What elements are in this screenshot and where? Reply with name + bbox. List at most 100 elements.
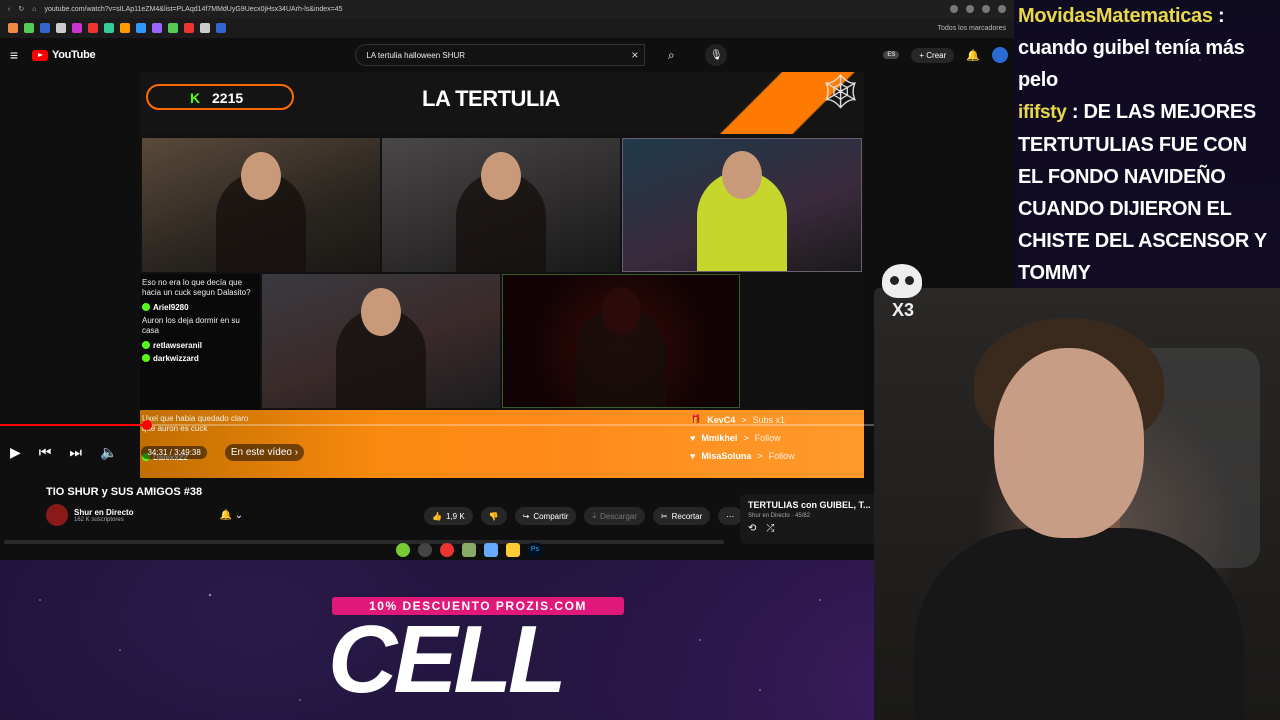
clear-icon[interactable]: × [631,48,638,62]
chrome-icon[interactable] [440,543,454,557]
home-icon[interactable]: ⌂ [32,6,36,13]
bookmark-icon[interactable] [24,23,34,33]
download-button[interactable]: ⤓ Descargar [584,507,645,525]
app-icon[interactable] [462,543,476,557]
next-icon[interactable]: ⏭ [69,444,82,461]
app-icon[interactable] [396,543,410,557]
bookmark-icon[interactable] [104,23,114,33]
play-icon[interactable]: ▶ [10,444,21,461]
app-icon[interactable] [484,543,498,557]
chapter-label: En este vídeo [230,446,292,458]
youtube-logo[interactable]: YouTube [32,49,96,61]
skull-icon: X3 [882,264,924,330]
more-button[interactable]: ⋯ [718,507,743,525]
side-chat-text: DE LAS MEJORES TERTUTULIAS FUE CON EL FO… [1018,101,1267,284]
extension-icon[interactable] [982,5,990,13]
webcam-tile [142,138,380,272]
chat-username-text: Ariel9280 [153,302,189,312]
back-icon[interactable]: ‹ [8,6,10,13]
chat-username: Ariel9280 [142,303,258,312]
bookmark-icon[interactable] [120,23,130,33]
streamer-webcam [874,288,1280,720]
webcam-tile [622,138,862,272]
microphone-icon[interactable]: 🎙 [705,44,728,66]
verified-icon [142,341,150,350]
address-bar[interactable]: ‹ ↻ ⌂ youtube.com/watch?v=sILAp11eZM4&li… [0,0,1014,18]
youtube-play-icon [32,49,48,61]
promo-code: CELL [328,606,567,713]
create-label: Crear [926,50,947,60]
progress-fill [0,424,148,426]
clip-button[interactable]: ✂ Recortar [652,507,711,525]
chat-username-text: darkwizzard [153,353,199,363]
video-player[interactable]: K 2215 LA TERTULIA 🕸 Eso no era lo que d… [140,72,864,478]
head [361,288,401,336]
youtube-header: ≡ YouTube LA tertulia halloween SHUR × ⌕… [0,38,1014,72]
bookmark-icon[interactable] [136,23,146,33]
photoshop-icon[interactable]: Ps [528,543,542,557]
channel-info: Shur en Directo 162 K suscriptores 🔔 ⌄ [46,504,243,526]
dislike-button[interactable]: 👎 [480,507,507,525]
bookmark-icon[interactable] [56,23,66,33]
progress-bar[interactable] [0,420,1014,430]
subscription-bell-icon[interactable]: 🔔 ⌄ [220,510,244,521]
skull-head [882,264,922,298]
webcam-tile [262,274,500,408]
bookmark-icon[interactable] [88,23,98,33]
search-input[interactable]: LA tertulia halloween SHUR × [355,44,646,66]
skull-eye [890,276,899,285]
account-avatar[interactable] [992,47,1008,63]
bookmark-icon[interactable] [40,23,50,33]
loop-icon[interactable]: ⟲ [748,523,756,534]
folder-icon[interactable] [506,543,520,557]
like-button[interactable]: 👍 1,9 K [424,507,473,525]
extension-icon[interactable] [950,5,958,13]
app-icon[interactable] [418,543,432,557]
search-icon[interactable]: ⌕ [657,44,685,66]
menu-icon[interactable]: ≡ [6,47,22,63]
previous-icon[interactable]: ⏮ [39,444,52,461]
chat-username: retlawseranil [142,341,258,350]
reload-icon[interactable]: ↻ [18,5,24,13]
volume-icon[interactable]: 🔈 [100,444,117,461]
profile-icon[interactable] [998,5,1006,13]
channel-avatar[interactable] [46,504,68,526]
event-action: Follow [768,451,795,461]
download-label: Descargar [600,511,637,521]
create-button[interactable]: + Crear [911,47,955,63]
bookmark-icon[interactable] [200,23,210,33]
chat-username: darkwizzard [142,354,258,363]
like-count: 1,9 K [445,511,465,521]
download-icon: ⤓ [592,511,596,520]
bookmarks-bar: Todos los marcadores [0,18,1014,38]
side-chat-user: ififsty [1018,102,1067,123]
notifications-bell-icon[interactable]: 🔔 [966,49,980,62]
show-title: LA TERTULIA [422,86,560,111]
progress-scrubber[interactable] [142,420,153,430]
horizontal-scrollbar[interactable] [4,540,724,544]
head [481,152,521,200]
search-query: LA tertulia halloween SHUR [366,50,466,60]
chat-username-text: retlawseranil [153,340,202,350]
share-button[interactable]: ↪ Compartir [514,507,577,525]
side-chat-message: ififsty : DE LAS MEJORES TERTUTULIAS FUE… [1018,96,1276,289]
shuffle-icon[interactable]: ⤮ [766,523,774,534]
side-chat-message: MovidasMatematicas : cuando guibel tenía… [1018,0,1276,96]
webcam-tile [502,274,740,408]
thumbs-down-icon: 👎 [488,511,499,521]
bookmark-icon[interactable] [216,23,226,33]
bookmark-icon[interactable] [72,23,82,33]
thumbs-up-icon: 👍 [432,511,442,521]
event-action: Subs x1 [752,414,786,425]
bookmark-icon[interactable] [152,23,162,33]
url-text[interactable]: youtube.com/watch?v=sILAp11eZM4&list=PLA… [44,6,764,13]
bookmark-icon[interactable] [8,23,18,33]
chapter-button[interactable]: En este vídeo › [224,443,305,461]
event-user: KevC4 [707,414,736,425]
extension-icon[interactable] [966,5,974,13]
screen: ‹ ↻ ⌂ youtube.com/watch?v=sILAp11eZM4&li… [0,0,1280,720]
bookmarks-folder[interactable]: Todos los marcadores [938,25,1006,32]
bookmark-icon[interactable] [184,23,194,33]
bookmark-icon[interactable] [168,23,178,33]
channel-name[interactable]: Shur en Directo [74,508,134,517]
